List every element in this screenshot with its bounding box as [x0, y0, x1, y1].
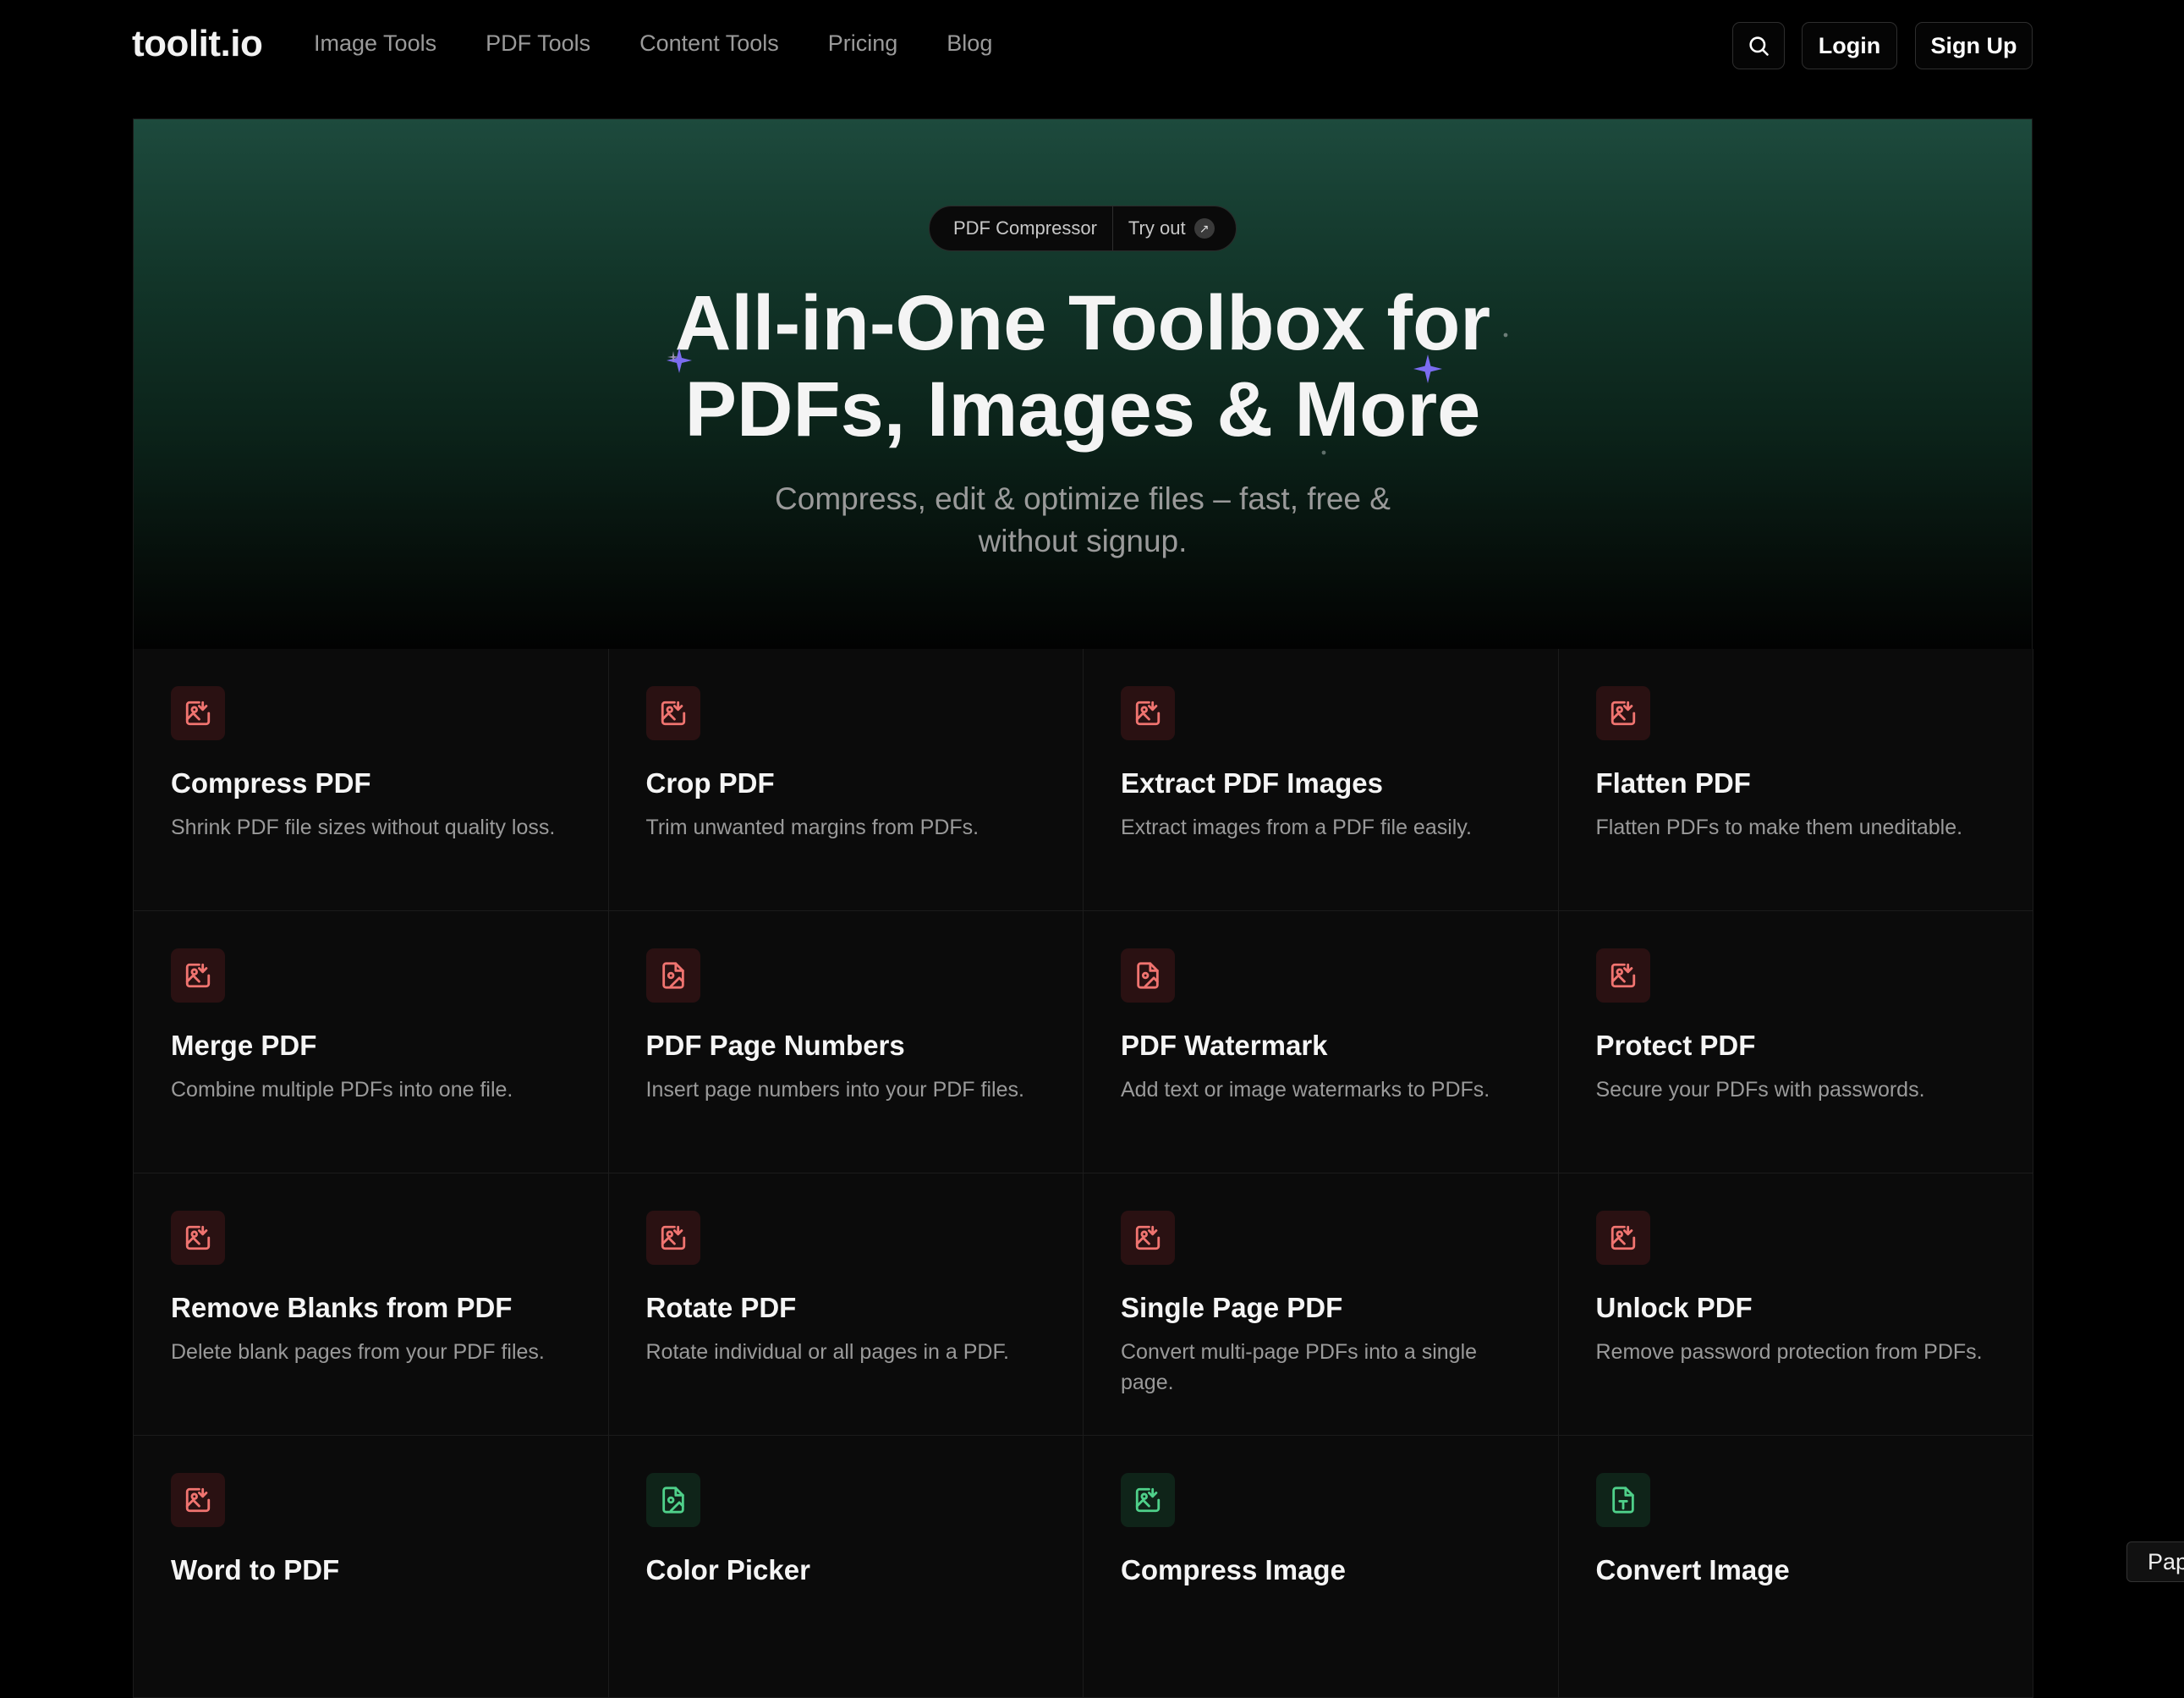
image-arrow-icon: [1595, 1211, 1650, 1265]
tool-description: Delete blank pages from your PDF files.: [171, 1340, 545, 1364]
tool-description: Combine multiple PDFs into one file.: [171, 1078, 513, 1102]
tool-card[interactable]: Compress PDF Shrink PDF file sizes withou…: [134, 649, 609, 911]
tool-title: Flatten PDF: [1595, 767, 1751, 799]
tool-title: Rotate PDF: [645, 1292, 797, 1323]
pill-cta-label: Try out: [1128, 217, 1186, 239]
tool-title: Compress PDF: [171, 767, 371, 799]
image-arrow-icon: [171, 948, 225, 1003]
dot-icon: [1321, 450, 1326, 455]
file-image-icon: [645, 1473, 700, 1527]
nav-pricing[interactable]: Pricing: [828, 30, 898, 57]
tool-description: Add text or image watermarks to PDFs.: [1121, 1078, 1490, 1102]
pill-label: PDF Compressor: [930, 206, 1113, 250]
tool-title: Unlock PDF: [1595, 1292, 1753, 1323]
image-arrow-icon: [645, 1211, 700, 1265]
nav-blog[interactable]: Blog: [947, 30, 992, 57]
nav-pdf-tools[interactable]: PDF Tools: [486, 30, 590, 57]
tool-card[interactable]: Crop PDF Trim unwanted margins from PDFs.: [608, 649, 1084, 911]
tool-title: Single Page PDF: [1121, 1292, 1343, 1323]
tool-card[interactable]: Merge PDF Combine multiple PDFs into one …: [134, 911, 609, 1173]
hero-title-line2: PDFs, Images & More: [684, 366, 1481, 453]
dot-icon: [1503, 332, 1508, 338]
tool-title: Extract PDF Images: [1121, 767, 1383, 799]
image-arrow-icon: [171, 1473, 225, 1527]
pill-cta[interactable]: Try out ↗: [1113, 217, 1215, 239]
hero-title: All-in-One Toolbox for PDFs, Images & Mo…: [134, 280, 2032, 453]
logo[interactable]: toolit.io: [132, 23, 263, 65]
tool-title: Protect PDF: [1595, 1030, 1756, 1061]
image-arrow-icon: [1595, 948, 1650, 1003]
tool-card[interactable]: Compress Image: [1084, 1436, 1559, 1698]
tool-card[interactable]: Convert Image: [1558, 1436, 2033, 1698]
search-icon: [1749, 36, 1769, 56]
tool-card[interactable]: Extract PDF Images Extract images from a …: [1084, 649, 1559, 911]
tool-title: PDF Page Numbers: [645, 1030, 905, 1061]
image-arrow-icon: [645, 686, 700, 740]
hero-subtitle-line2: without signup.: [978, 524, 1188, 558]
tool-card[interactable]: Flatten PDF Flatten PDFs to make them une…: [1558, 649, 2033, 911]
tool-card[interactable]: Remove Blanks from PDF Delete blank pages…: [134, 1173, 609, 1436]
tool-description: Remove password protection from PDFs.: [1595, 1340, 1983, 1364]
hero-title-line1: All-in-One Toolbox for: [674, 280, 1491, 366]
tool-card[interactable]: PDF Watermark Add text or image watermark…: [1084, 911, 1559, 1173]
tool-description: Secure your PDFs with passwords.: [1595, 1078, 1925, 1102]
tool-description: Trim unwanted margins from PDFs.: [645, 816, 980, 839]
tool-title: Word to PDF: [171, 1554, 340, 1585]
image-arrow-icon: [171, 1211, 225, 1265]
tool-card[interactable]: Word to PDF: [134, 1436, 609, 1698]
image-arrow-icon: [171, 686, 225, 740]
hero-subtitle: Compress, edit & optimize files – fast, …: [134, 478, 2032, 563]
image-arrow-icon: [1121, 1473, 1175, 1527]
floating-tab[interactable]: Pap: [2126, 1541, 2184, 1582]
hero-subtitle-line1: Compress, edit & optimize files – fast, …: [775, 481, 1391, 516]
arrow-up-right-icon: ↗: [1194, 218, 1215, 239]
main-nav: Image Tools PDF Tools Content Tools Pric…: [314, 30, 992, 57]
login-button[interactable]: Login: [1802, 22, 1897, 69]
tool-description: Insert page numbers into your PDF files.: [645, 1078, 1024, 1102]
tool-title: Color Picker: [645, 1554, 810, 1585]
tool-card[interactable]: Rotate PDF Rotate individual or all pages…: [608, 1173, 1084, 1436]
nav-content-tools[interactable]: Content Tools: [639, 30, 779, 57]
tool-description: Rotate individual or all pages in a PDF.: [645, 1340, 1009, 1364]
tool-description: Convert multi-page PDFs into a single pa…: [1121, 1340, 1478, 1394]
tool-description: Shrink PDF file sizes without quality lo…: [171, 816, 556, 839]
signup-button[interactable]: Sign Up: [1915, 22, 2033, 69]
file-image-icon: [645, 948, 700, 1003]
tool-title: Crop PDF: [645, 767, 775, 799]
tools-grid: Compress PDF Shrink PDF file sizes withou…: [133, 649, 2033, 1698]
tool-description: Flatten PDFs to make them uneditable.: [1595, 816, 1963, 839]
tool-title: Compress Image: [1121, 1554, 1346, 1585]
announcement-pill[interactable]: PDF Compressor Try out ↗: [929, 206, 1237, 251]
tool-card[interactable]: PDF Page Numbers Insert page numbers into…: [608, 911, 1084, 1173]
tool-title: Merge PDF: [171, 1030, 317, 1061]
image-arrow-icon: [1595, 686, 1650, 740]
sparkle-icon: [1413, 354, 1442, 383]
hero-section: PDF Compressor Try out ↗ All-in-One Tool…: [133, 118, 2033, 650]
tool-card[interactable]: Protect PDF Secure your PDFs with passwor…: [1558, 911, 2033, 1173]
tool-title: PDF Watermark: [1121, 1030, 1328, 1061]
tool-card[interactable]: Unlock PDF Remove password protection fro…: [1558, 1173, 2033, 1436]
tool-title: Convert Image: [1595, 1554, 1790, 1585]
tool-card[interactable]: Single Page PDF Convert multi-page PDFs i…: [1084, 1173, 1559, 1436]
nav-image-tools[interactable]: Image Tools: [314, 30, 436, 57]
search-button[interactable]: [1732, 22, 1785, 69]
tool-card[interactable]: Color Picker: [608, 1436, 1084, 1698]
tool-title: Remove Blanks from PDF: [171, 1292, 513, 1323]
file-image-icon: [1121, 948, 1175, 1003]
image-arrow-icon: [1121, 1211, 1175, 1265]
image-arrow-icon: [1121, 686, 1175, 740]
sparkle-small-icon: [667, 351, 679, 363]
file-text-icon: [1595, 1473, 1650, 1527]
tool-description: Extract images from a PDF file easily.: [1121, 816, 1472, 839]
site-header: toolit.io Image Tools PDF Tools Content …: [0, 0, 2184, 91]
